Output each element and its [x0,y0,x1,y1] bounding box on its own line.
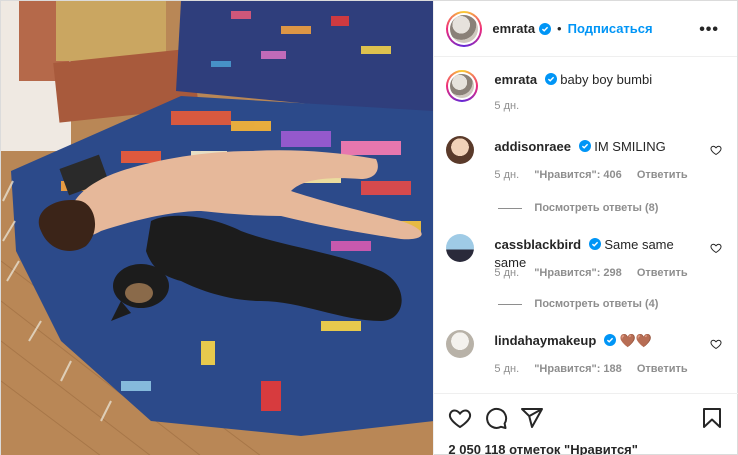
comment-likes[interactable]: "Нравится": 298 [534,267,622,279]
comment-body: IM SMILING [594,139,666,154]
caption-avatar[interactable] [446,70,479,102]
view-replies-label: Посмотреть ответы (4) [534,298,659,310]
heart-icon[interactable] [448,406,472,430]
post-container: emrata • Подписаться ••• emrata baby boy… [0,0,738,455]
bookmark-icon[interactable] [700,406,724,430]
follow-button[interactable]: Подписаться [568,21,653,36]
action-bar [434,393,738,443]
comment-like-heart-icon[interactable] [710,144,722,156]
comment-like-heart-icon[interactable] [710,242,722,254]
comment-time[interactable]: 5 дн. [494,267,519,279]
likes-count[interactable]: 2 050 118 отметок "Нравится" [448,442,638,455]
comment-time[interactable]: 5 дн. [494,363,519,375]
caption-body: baby boy bumbi [560,72,653,87]
comment-icon[interactable] [484,406,508,430]
comment-like-heart-icon[interactable] [710,338,722,350]
comments-list[interactable]: emrata baby boy bumbi 5 дн. addisonraee … [434,58,738,393]
comment-likes[interactable]: "Нравится": 406 [534,169,622,181]
verified-badge-icon [603,334,616,346]
reply-button[interactable]: Ответить [637,169,688,181]
view-replies-button[interactable]: Посмотреть ответы (4) [498,298,658,310]
photo-image [1,1,434,455]
commenter-avatar[interactable] [446,136,475,164]
comment-body: 🤎🤎 [619,333,652,348]
verified-badge-icon [539,22,552,35]
verified-badge-icon [588,238,601,250]
verified-badge-icon [578,140,591,152]
author-avatar[interactable] [446,10,483,47]
post-sidebar: emrata • Подписаться ••• emrata baby boy… [433,1,738,455]
author-username[interactable]: emrata [492,21,535,36]
comment-text: addisonraee IM SMILING [494,138,698,156]
caption-time[interactable]: 5 дн. [494,100,519,112]
view-replies-button[interactable]: Посмотреть ответы (8) [498,202,658,214]
comment-username[interactable]: lindahaymakeup [494,333,596,348]
separator-dot: • [557,21,562,36]
caption-meta: 5 дн. [494,100,531,112]
comment-likes[interactable]: "Нравится": 188 [534,363,622,375]
comment-username[interactable]: addisonraee [494,139,571,154]
caption-username[interactable]: emrata [494,72,537,87]
replies-divider [498,207,523,209]
comment-meta: 5 дн. "Нравится": 406 Ответить [494,169,699,181]
caption-text: emrata baby boy bumbi [494,71,698,89]
commenter-avatar[interactable] [446,234,475,262]
comment-username[interactable]: cassblackbird [494,237,581,252]
comment-time[interactable]: 5 дн. [494,169,519,181]
post-header: emrata • Подписаться ••• [434,1,737,57]
replies-divider [498,303,523,305]
more-options-icon[interactable]: ••• [699,21,719,39]
reply-button[interactable]: Ответить [637,363,688,375]
post-photo[interactable] [1,1,434,455]
comment-meta: 5 дн. "Нравится": 188 Ответить [494,363,699,375]
comment-text: lindahaymakeup 🤎🤎 [494,332,698,350]
reply-button[interactable]: Ответить [637,267,688,279]
send-icon[interactable] [520,406,544,430]
comment-meta: 5 дн. "Нравится": 298 Ответить [494,267,699,279]
view-replies-label: Посмотреть ответы (8) [534,202,659,214]
commenter-avatar[interactable] [446,330,475,358]
verified-badge-icon [544,73,557,85]
